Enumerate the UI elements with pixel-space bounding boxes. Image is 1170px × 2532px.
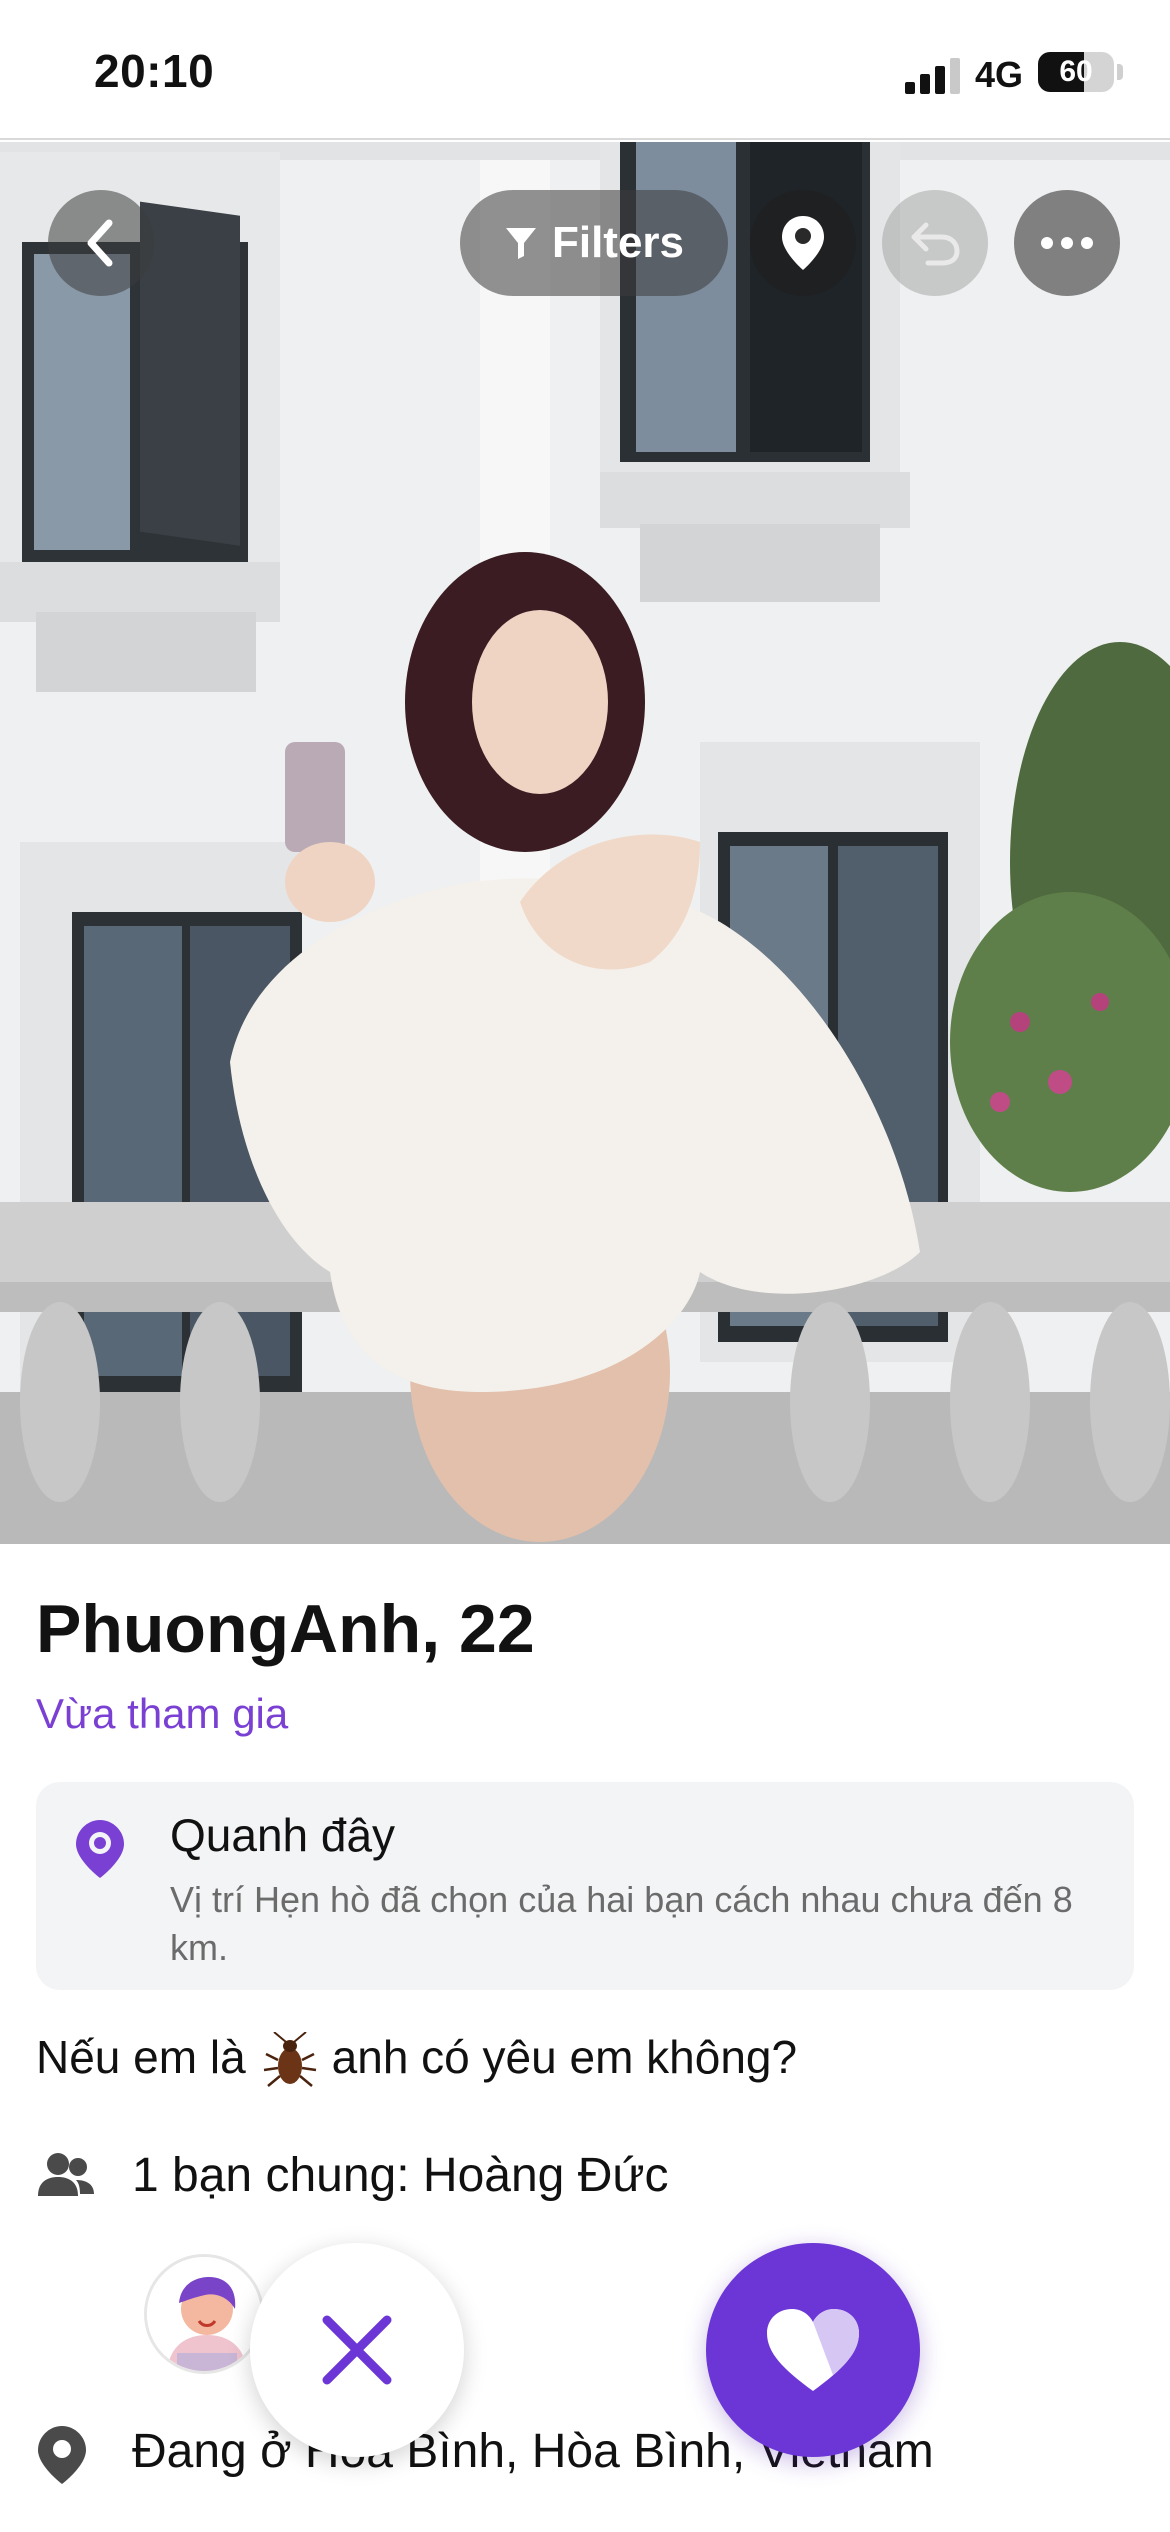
- like-button[interactable]: [706, 2243, 920, 2457]
- profile-photo[interactable]: [0, 142, 1170, 1544]
- battery-icon: 60: [1038, 52, 1114, 92]
- joined-label: Vừa tham gia: [36, 1690, 289, 1737]
- cockroach-emoji: [263, 2031, 316, 2087]
- filters-button[interactable]: Filters: [460, 190, 728, 296]
- people-icon: [38, 2153, 94, 2196]
- location-pin-icon: [76, 1820, 124, 1878]
- profile-bio: Nếu em là anh có yêu em không?: [36, 2030, 797, 2090]
- location-card-title: Quanh đây: [170, 1809, 396, 1861]
- battery-level: 60: [1059, 55, 1093, 88]
- status-bar: 20:10 4G 60: [0, 0, 1170, 140]
- network-type: 4G: [975, 54, 1024, 95]
- profile-name-age: PhuongAnh, 22: [36, 1591, 535, 1667]
- profile-photo-illustration: [0, 142, 1170, 1544]
- close-icon: [322, 2315, 392, 2385]
- avatar-illustration: [147, 2257, 261, 2371]
- heart-icon: [767, 2309, 859, 2391]
- signal-icon: [905, 58, 960, 94]
- mutual-friends-text[interactable]: 1 bạn chung: Hoàng Đức: [132, 2148, 668, 2203]
- mutual-friend-avatar[interactable]: [144, 2254, 264, 2374]
- location-button[interactable]: [750, 190, 856, 296]
- battery-nub: [1117, 64, 1123, 80]
- filters-label: Filters: [551, 218, 685, 267]
- status-time: 20:10: [94, 45, 215, 97]
- funnel-icon: [505, 228, 536, 259]
- more-button[interactable]: [1014, 190, 1120, 296]
- bio-text-after: anh có yêu em không?: [331, 2031, 798, 2083]
- map-pin-icon: [782, 216, 824, 270]
- location-card-description: Vị trí Hẹn hò đã chọn của hai bạn cách n…: [170, 1879, 1073, 1968]
- undo-icon: [911, 222, 960, 266]
- pass-button[interactable]: [250, 2243, 464, 2457]
- chevron-left-icon: [87, 219, 113, 267]
- back-button[interactable]: [48, 190, 154, 296]
- bio-text-before: Nếu em là: [36, 2031, 246, 2083]
- home-location-icon: [38, 2426, 86, 2484]
- ellipsis-icon: [1041, 237, 1093, 249]
- location-distance-card: Quanh đây Vị trí Hẹn hò đã chọn của hai …: [36, 1782, 1134, 1990]
- undo-button[interactable]: [882, 190, 988, 296]
